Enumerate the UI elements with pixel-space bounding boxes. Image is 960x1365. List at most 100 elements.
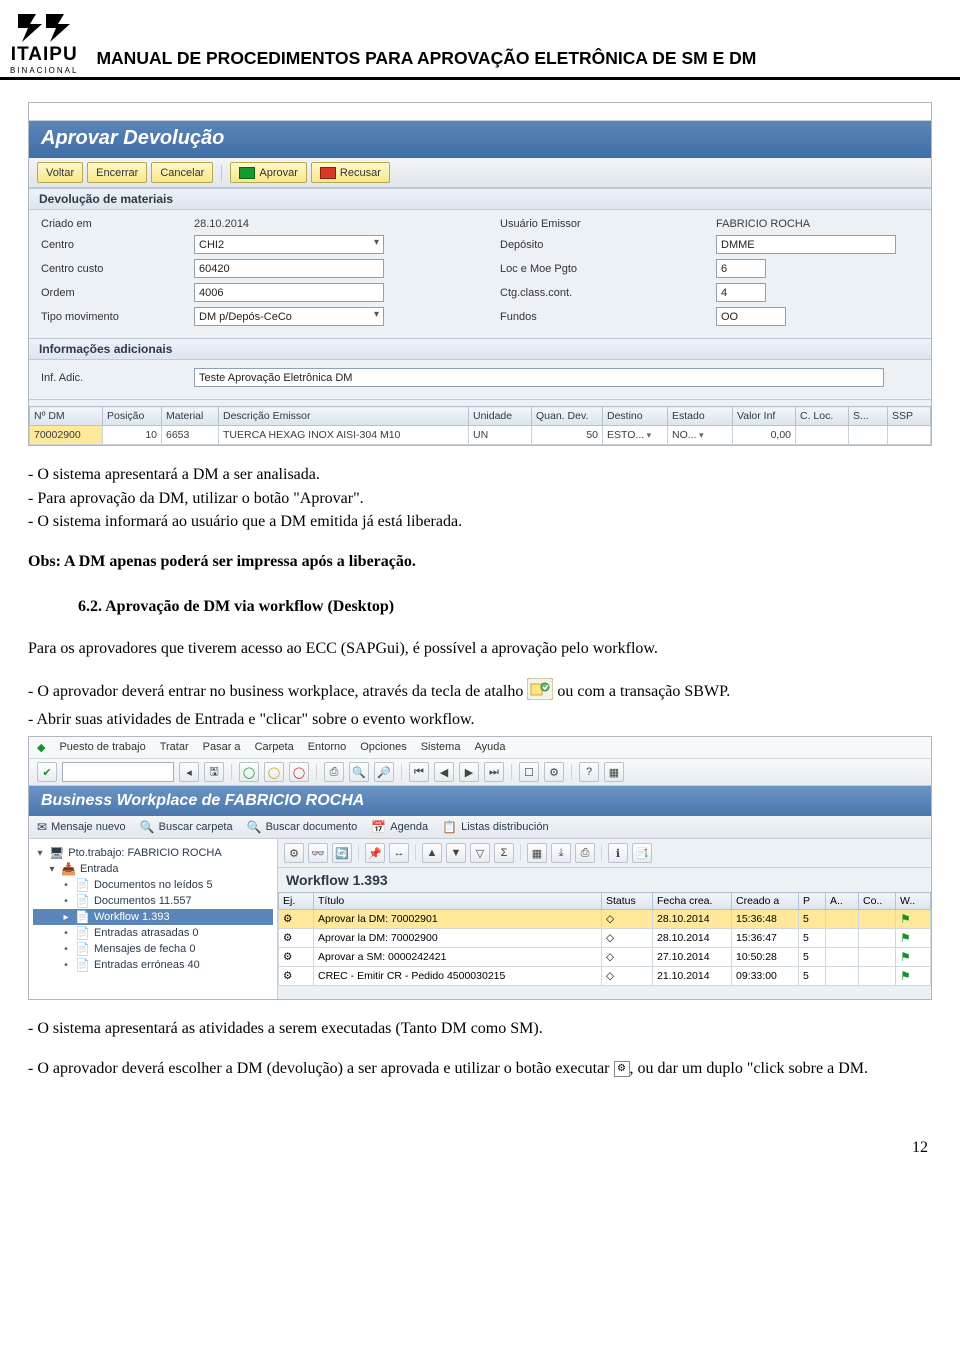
wfcol-creado[interactable]: Creado a	[732, 893, 799, 910]
details-icon[interactable]: ℹ	[608, 843, 628, 863]
wf-fecha-cell: 27.10.2014	[653, 948, 732, 967]
cancel-icon[interactable]: ◯	[289, 762, 309, 782]
menu-sistema[interactable]: Sistema	[421, 741, 461, 754]
input-loc-moe-pgto[interactable]: 6	[716, 259, 766, 278]
wf-status-cell: ◇	[602, 948, 653, 967]
btn-mensaje-nuevo[interactable]: ✉Mensaje nuevo	[37, 820, 126, 834]
menu-carpeta[interactable]: Carpeta	[255, 741, 294, 754]
btn-agenda[interactable]: 📅Agenda	[371, 820, 428, 834]
wf-title-cell: CREC - Emitir CR - Pedido 4500030215	[314, 967, 602, 986]
tree-mensajes-fecha[interactable]: •📄Mensajes de fecha 0	[33, 941, 273, 957]
back-icon[interactable]: ◯	[239, 762, 259, 782]
para-4: Para os aprovadores que tiverem acesso a…	[28, 638, 932, 660]
layout-icon[interactable]: ▦	[527, 843, 547, 863]
col-ssp[interactable]: SSP	[888, 407, 931, 426]
total-icon[interactable]: Σ	[494, 843, 514, 863]
menu-ayuda[interactable]: Ayuda	[474, 741, 505, 754]
tree-documentos[interactable]: •📄Documentos 11.557	[33, 893, 273, 909]
wfcol-a[interactable]: A..	[826, 893, 859, 910]
replace-icon[interactable]: ↔	[389, 843, 409, 863]
wfcol-fecha[interactable]: Fecha crea.	[653, 893, 732, 910]
table-row[interactable]: 70002900 10 6653 TUERCA HEXAG INOX AISI-…	[30, 426, 931, 445]
wfcol-status[interactable]: Status	[602, 893, 653, 910]
workflow-row[interactable]: ⚙ CREC - Emitir CR - Pedido 4500030215 ◇…	[279, 967, 931, 986]
input-deposito[interactable]: DMME	[716, 235, 896, 254]
input-ctg-class-cont[interactable]: 4	[716, 283, 766, 302]
find-icon[interactable]: 🔍	[349, 762, 369, 782]
encerrar-button[interactable]: Encerrar	[87, 162, 147, 183]
new-session-icon[interactable]: ☐	[519, 762, 539, 782]
prev-page-icon[interactable]: ◀	[434, 762, 454, 782]
layout-icon[interactable]: ▦	[604, 762, 624, 782]
help-icon[interactable]: ?	[579, 762, 599, 782]
btn-listas-distribucion[interactable]: 📋Listas distribución	[442, 820, 548, 834]
reserve-icon[interactable]: 📌	[365, 843, 385, 863]
btn-buscar-documento[interactable]: 🔍Buscar documento	[247, 820, 358, 834]
tree-root[interactable]: ▾🖥Pto.trabajo: FABRICIO ROCHA	[33, 845, 273, 861]
menu-pasar-a[interactable]: Pasar a	[203, 741, 241, 754]
col-unidade[interactable]: Unidade	[469, 407, 532, 426]
wfcol-p[interactable]: P	[799, 893, 826, 910]
cancelar-button[interactable]: Cancelar	[151, 162, 213, 183]
refresh-icon[interactable]: 🔄	[332, 843, 352, 863]
last-page-icon[interactable]: ⏭	[484, 762, 504, 782]
input-ordem[interactable]: 4006	[194, 283, 384, 302]
input-inf-adic[interactable]: Teste Aprovação Eletrônica DM	[194, 368, 884, 387]
recusar-button[interactable]: Recusar	[311, 162, 390, 183]
input-centro-custo[interactable]: 60420	[194, 259, 384, 278]
wfcol-ej[interactable]: Ej.	[279, 893, 314, 910]
workflow-row[interactable]: ⚙ Aprovar la DM: 70002901 ◇ 28.10.2014 1…	[279, 910, 931, 929]
wfcol-titulo[interactable]: Título	[314, 893, 602, 910]
col-destino[interactable]: Destino	[603, 407, 668, 426]
exit-icon[interactable]: ◯	[264, 762, 284, 782]
col-material[interactable]: Material	[162, 407, 219, 426]
input-centro[interactable]: CHI2	[194, 235, 384, 254]
input-fundos[interactable]: OO	[716, 307, 786, 326]
col-valor-inf[interactable]: Valor Inf	[733, 407, 796, 426]
menu-tratar[interactable]: Tratar	[160, 741, 189, 754]
wf-status-cell: ◇	[602, 910, 653, 929]
save-icon[interactable]: 🖫	[204, 762, 224, 782]
log-icon[interactable]: 📑	[632, 843, 652, 863]
tree-entradas-erroneas[interactable]: •📄Entradas erróneas 40	[33, 957, 273, 973]
dropdown-icon[interactable]: ◂	[179, 762, 199, 782]
cell-destino[interactable]: ESTO...	[603, 426, 668, 445]
first-page-icon[interactable]: ⏮	[409, 762, 429, 782]
print-icon[interactable]: ⎙	[324, 762, 344, 782]
menu-entorno[interactable]: Entorno	[308, 741, 347, 754]
print-icon[interactable]: ⎙	[575, 843, 595, 863]
filter-icon[interactable]: ▽	[470, 843, 490, 863]
tree-entrada[interactable]: ▾📥Entrada	[33, 861, 273, 877]
next-page-icon[interactable]: ▶	[459, 762, 479, 782]
command-field[interactable]	[62, 762, 174, 782]
workflow-row[interactable]: ⚙ Aprovar la DM: 70002900 ◇ 28.10.2014 1…	[279, 929, 931, 948]
tree-workflow-selected[interactable]: ▸📄Workflow 1.393	[33, 909, 273, 925]
col-s[interactable]: S...	[849, 407, 888, 426]
tree-entradas-atrasadas[interactable]: •📄Entradas atrasadas 0	[33, 925, 273, 941]
wfcol-w[interactable]: W..	[896, 893, 931, 910]
shortcut-icon[interactable]: ⚙	[544, 762, 564, 782]
voltar-button[interactable]: Voltar	[37, 162, 83, 183]
menu-puesto[interactable]: Puesto de trabajo	[59, 741, 145, 754]
sort-desc-icon[interactable]: ▼	[446, 843, 466, 863]
enter-icon[interactable]: ✔	[37, 762, 57, 782]
sort-asc-icon[interactable]: ▲	[422, 843, 442, 863]
col-estado[interactable]: Estado	[668, 407, 733, 426]
col-cloc[interactable]: C. Loc.	[796, 407, 849, 426]
aprovar-button[interactable]: Aprovar	[230, 162, 307, 183]
col-ndm[interactable]: Nº DM	[30, 407, 103, 426]
btn-buscar-carpeta[interactable]: 🔍Buscar carpeta	[140, 820, 233, 834]
menu-opciones[interactable]: Opciones	[360, 741, 406, 754]
col-descricao[interactable]: Descrição Emissor	[219, 407, 469, 426]
export-icon[interactable]: ⤓	[551, 843, 571, 863]
col-quan-dev[interactable]: Quan. Dev.	[532, 407, 603, 426]
wfcol-co[interactable]: Co..	[859, 893, 896, 910]
execute-icon[interactable]: ⚙	[284, 843, 304, 863]
display-icon[interactable]: 👓	[308, 843, 328, 863]
cell-estado[interactable]: NO...	[668, 426, 733, 445]
select-tipo-movimento[interactable]: DM p/Depós-CeCo	[194, 307, 384, 326]
find-next-icon[interactable]: 🔎	[374, 762, 394, 782]
workflow-row[interactable]: ⚙ Aprovar a SM: 0000242421 ◇ 27.10.2014 …	[279, 948, 931, 967]
tree-docs-no-leidos[interactable]: •📄Documentos no leídos 5	[33, 877, 273, 893]
col-posicao[interactable]: Posição	[103, 407, 162, 426]
